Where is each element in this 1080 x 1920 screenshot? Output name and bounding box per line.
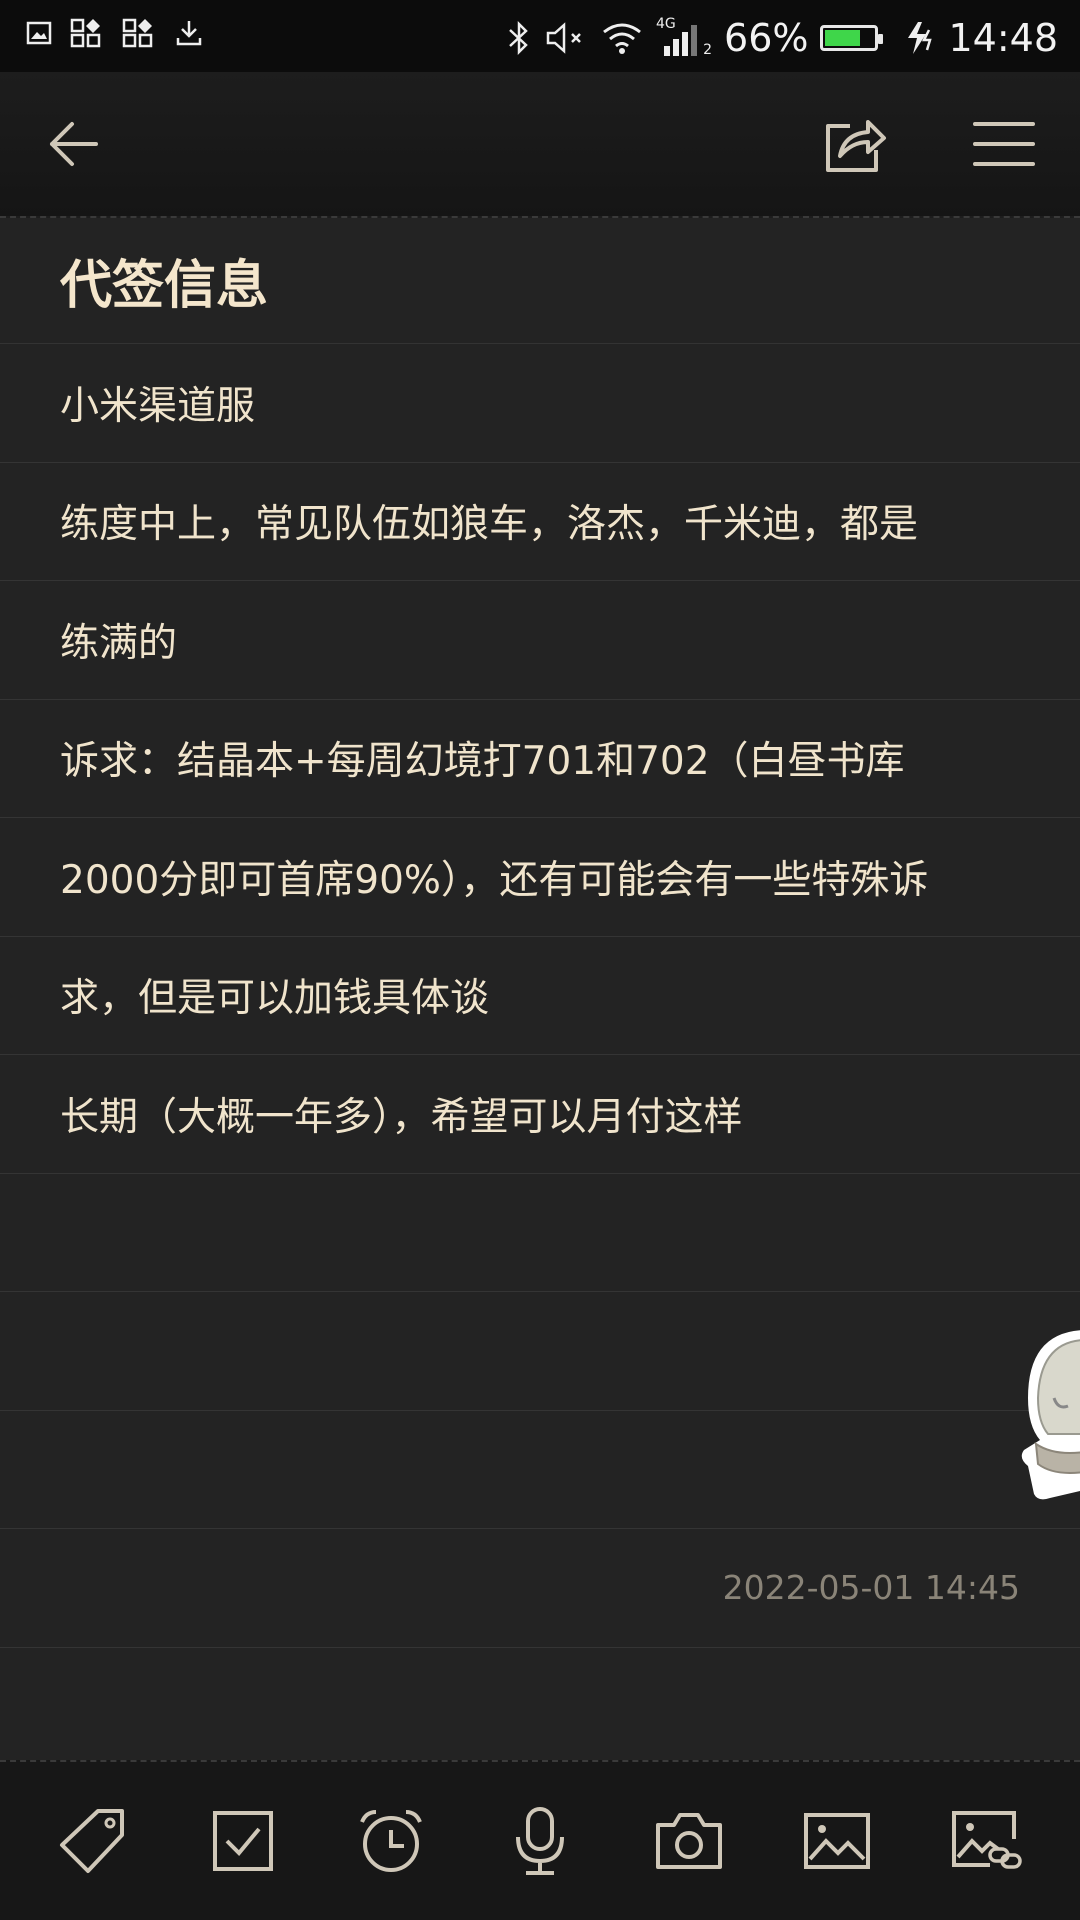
alarm-icon — [360, 1810, 423, 1872]
app-notification-icon — [70, 18, 101, 48]
note-line[interactable] — [0, 1292, 1080, 1411]
floating-lightbulb-icon[interactable] — [1014, 1318, 1080, 1508]
tag-icon — [60, 1809, 125, 1873]
image-link-button[interactable] — [941, 1796, 1031, 1886]
menu-button[interactable] — [962, 102, 1046, 186]
note-line[interactable]: 练度中上，常见队伍如狼车，洛杰，千米迪，都是 — [0, 463, 1080, 581]
menu-icon — [973, 122, 1035, 166]
note-line[interactable]: 求，但是可以加钱具体谈 — [0, 937, 1080, 1055]
note-timestamp: 2022-05-01 14:45 — [722, 1568, 1020, 1608]
battery-percentage: 66% — [724, 16, 809, 60]
note-line[interactable]: 长期（大概一年多），希望可以月付这样 — [0, 1055, 1080, 1174]
app-notification-icon-2 — [122, 18, 153, 48]
note-title[interactable]: 代签信息 — [60, 243, 268, 318]
top-toolbar — [0, 72, 1080, 218]
signal-bars-icon — [664, 25, 698, 56]
charging-icon — [908, 22, 933, 54]
bottom-toolbar — [0, 1760, 1080, 1920]
back-button[interactable] — [32, 102, 116, 186]
status-bar: 4G 2 66% 14:48 — [0, 0, 1080, 72]
checkbox-icon — [212, 1811, 273, 1871]
lightbulb-icon — [1021, 1330, 1080, 1500]
mute-icon — [546, 22, 581, 54]
image-icon — [804, 1813, 871, 1869]
notification-icons — [26, 18, 204, 48]
note-timestamp-row: 2022-05-01 14:45 — [0, 1529, 1080, 1648]
wifi-icon — [603, 23, 641, 54]
note-line[interactable]: 小米渠道服 — [0, 344, 1080, 463]
note-editor[interactable]: 代签信息 小米渠道服 练度中上，常见队伍如狼车，洛杰，千米迪，都是 练满的 诉求… — [0, 218, 1080, 1648]
cellular-signal: 4G 2 — [656, 16, 712, 60]
voice-button[interactable] — [495, 1796, 585, 1886]
image-notification-icon — [26, 21, 52, 45]
camera-icon — [655, 1813, 722, 1869]
battery-icon — [820, 25, 884, 51]
battery-fill — [825, 30, 860, 46]
note-line[interactable] — [0, 1411, 1080, 1529]
back-arrow-icon — [50, 122, 98, 166]
image-link-icon — [951, 1811, 1022, 1869]
image-button[interactable] — [792, 1796, 882, 1886]
share-button[interactable] — [812, 102, 896, 186]
note-line[interactable] — [0, 1174, 1080, 1292]
tag-button[interactable] — [49, 1796, 139, 1886]
camera-button[interactable] — [644, 1796, 734, 1886]
share-icon — [826, 120, 886, 172]
system-status: 4G 2 66% 14:48 — [506, 10, 1058, 66]
checklist-button[interactable] — [198, 1796, 288, 1886]
sim-slot-label: 2 — [703, 42, 713, 58]
note-line[interactable]: 练满的 — [0, 581, 1080, 700]
download-icon — [176, 21, 202, 46]
reminder-button[interactable] — [346, 1796, 436, 1886]
note-title-row[interactable]: 代签信息 — [0, 218, 1080, 344]
status-time: 14:48 — [948, 16, 1058, 60]
microphone-icon — [515, 1807, 564, 1875]
note-line[interactable]: 2000分即可首席90%），还有可能会有一些特殊诉 — [0, 818, 1080, 937]
bluetooth-icon — [509, 20, 528, 56]
note-line[interactable]: 诉求：结晶本+每周幻境打701和702（白昼书库 — [0, 700, 1080, 818]
